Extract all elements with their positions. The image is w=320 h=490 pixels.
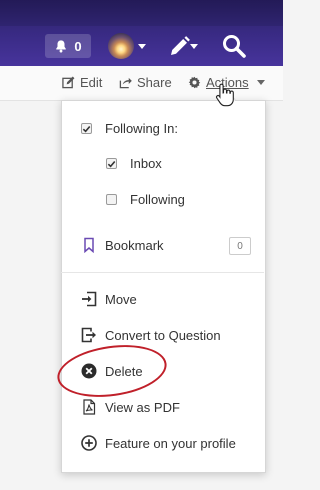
search-icon[interactable] (221, 33, 247, 59)
hand-cursor-icon (215, 83, 234, 107)
following-in-option[interactable]: Following In: (81, 121, 178, 136)
checkmark-icon (107, 160, 116, 168)
edit-icon (62, 76, 75, 89)
following-label: Following (130, 192, 185, 207)
share-icon (119, 77, 132, 89)
notifications-button[interactable]: 0 (45, 34, 91, 58)
chevron-down-icon[interactable] (190, 44, 198, 49)
inbox-checkbox[interactable] (106, 158, 117, 169)
inbox-option[interactable]: Inbox (106, 156, 162, 171)
edit-button[interactable]: Edit (62, 75, 102, 90)
move-icon (82, 291, 97, 307)
question-toolbar: Edit Share Actions (0, 66, 283, 101)
following-in-checkbox[interactable] (81, 123, 92, 134)
pdf-label: View as PDF (105, 399, 180, 415)
following-checkbox[interactable] (106, 194, 117, 205)
plus-circle-icon (81, 435, 97, 451)
gear-icon (188, 76, 201, 89)
chevron-down-icon (256, 80, 265, 85)
feature-on-profile-option[interactable]: Feature on your profile (81, 435, 236, 451)
view-as-pdf-option[interactable]: View as PDF (81, 399, 180, 415)
feature-label: Feature on your profile (105, 435, 236, 451)
bookmark-option[interactable]: Bookmark (82, 237, 164, 253)
actions-dropdown-menu (61, 100, 266, 473)
inbox-label: Inbox (130, 156, 162, 171)
share-button[interactable]: Share (119, 75, 172, 90)
move-option[interactable]: Move (81, 291, 137, 307)
topbar-header-band (0, 0, 283, 26)
chevron-down-icon[interactable] (138, 44, 146, 49)
following-in-label: Following In: (105, 121, 178, 136)
menu-divider (61, 272, 264, 273)
convert-to-question-option[interactable]: Convert to Question (81, 327, 221, 343)
bell-icon (56, 40, 67, 53)
avatar[interactable] (108, 33, 134, 59)
move-label: Move (105, 291, 137, 307)
pdf-icon (83, 399, 96, 415)
bookmark-label: Bookmark (105, 237, 164, 253)
pen-icon[interactable] (168, 34, 192, 58)
top-navigation-bar: 0 (0, 0, 283, 66)
bookmark-icon (84, 237, 94, 253)
edit-label: Edit (80, 75, 103, 90)
notifications-count: 0 (74, 38, 82, 54)
checkmark-icon (82, 125, 91, 133)
bookmark-count-badge: 0 (229, 237, 251, 255)
convert-label: Convert to Question (105, 327, 221, 343)
convert-icon (81, 327, 96, 343)
share-label: Share (137, 75, 172, 90)
following-option[interactable]: Following (106, 192, 185, 207)
